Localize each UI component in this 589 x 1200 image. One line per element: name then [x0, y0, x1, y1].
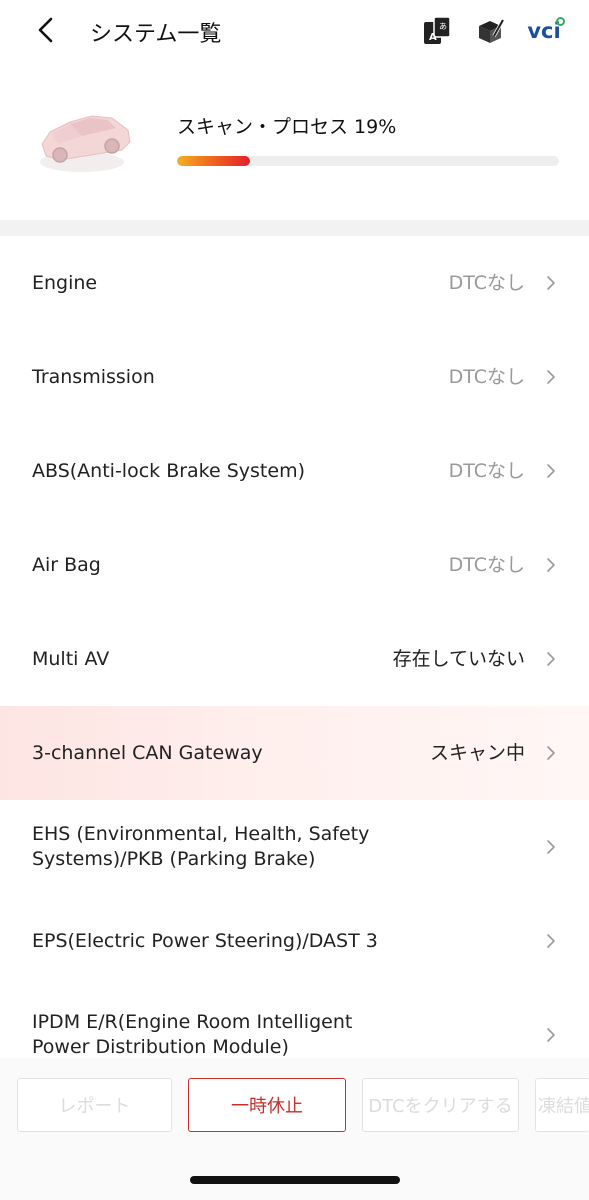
chevron-right-icon: [547, 1028, 555, 1042]
scan-progress-label: スキャン・プロセス 19%: [177, 116, 397, 138]
system-row[interactable]: Transmission DTCなし: [0, 330, 589, 424]
section-divider: [0, 220, 589, 236]
system-status: DTCなし: [448, 460, 525, 482]
system-name: Transmission: [32, 365, 155, 388]
page-title: システム一覧: [90, 22, 222, 47]
system-row[interactable]: Multi AV 存在していない: [0, 612, 589, 706]
system-row[interactable]: 3-channel CAN Gateway スキャン中: [0, 706, 589, 800]
chevron-left-icon: [38, 17, 53, 43]
svg-text:あ: あ: [439, 22, 447, 31]
home-indicator: [190, 1176, 400, 1184]
vci-status-icon: [555, 17, 565, 26]
language-button[interactable]: A あ: [420, 14, 454, 48]
svg-text:A: A: [429, 32, 437, 43]
system-name: Engine: [32, 271, 98, 294]
car-image: [30, 92, 140, 182]
system-row[interactable]: Air Bag DTCなし: [0, 518, 589, 612]
system-status: DTCなし: [448, 366, 525, 388]
pause-button[interactable]: 一時休止: [188, 1078, 346, 1132]
system-name: Air Bag: [32, 553, 101, 576]
system-name: EPS(Electric Power Steering)/DAST 3: [32, 929, 378, 952]
chevron-right-icon: [547, 746, 555, 760]
system-name: ABS(Anti-lock Brake System): [32, 459, 305, 482]
translate-icon: A あ: [424, 16, 451, 44]
chevron-right-icon: [547, 370, 555, 384]
system-row[interactable]: ABS(Anti-lock Brake System) DTCなし: [0, 424, 589, 518]
chevron-right-icon: [547, 934, 555, 948]
scan-progress-bar: [177, 156, 559, 166]
report-button[interactable]: レポート: [17, 1078, 172, 1132]
chevron-right-icon: [547, 840, 555, 854]
scan-progress-card: スキャン・プロセス 19%: [0, 62, 589, 220]
system-name: 3-channel CAN Gateway: [32, 741, 263, 764]
system-name: Multi AV: [32, 647, 110, 670]
system-list: Engine DTCなし Transmission DTCなし ABS(Anti…: [0, 236, 589, 1082]
chevron-right-icon: [547, 652, 555, 666]
car-icon: [40, 115, 131, 172]
system-row[interactable]: EPS(Electric Power Steering)/DAST 3: [0, 894, 589, 988]
back-button[interactable]: [30, 14, 62, 46]
clear-dtc-button[interactable]: DTCをクリアする: [362, 1078, 519, 1132]
scan-progress-fill: [177, 156, 250, 166]
system-row[interactable]: EHS (Environmental, Health, Safety Syste…: [0, 800, 589, 894]
chevron-right-icon: [547, 464, 555, 478]
system-name: IPDM E/R(Engine Room Intelligent Power D…: [32, 1011, 353, 1058]
chevron-right-icon: [547, 276, 555, 290]
system-status: 存在していない: [392, 648, 525, 670]
system-name: EHS (Environmental, Health, Safety Syste…: [32, 823, 370, 870]
box-pen-icon: [479, 19, 505, 43]
app-header: システム一覧 A あ vci: [0, 0, 589, 62]
system-status: スキャン中: [429, 742, 525, 764]
chevron-right-icon: [547, 558, 555, 572]
system-status: DTCなし: [448, 272, 525, 294]
freeze-frame-button[interactable]: 凍結値: [535, 1078, 589, 1132]
system-status: DTCなし: [448, 554, 525, 576]
vci-connection-button[interactable]: vci: [522, 14, 566, 48]
system-row[interactable]: Engine DTCなし: [0, 236, 589, 330]
feedback-button[interactable]: [473, 14, 507, 48]
